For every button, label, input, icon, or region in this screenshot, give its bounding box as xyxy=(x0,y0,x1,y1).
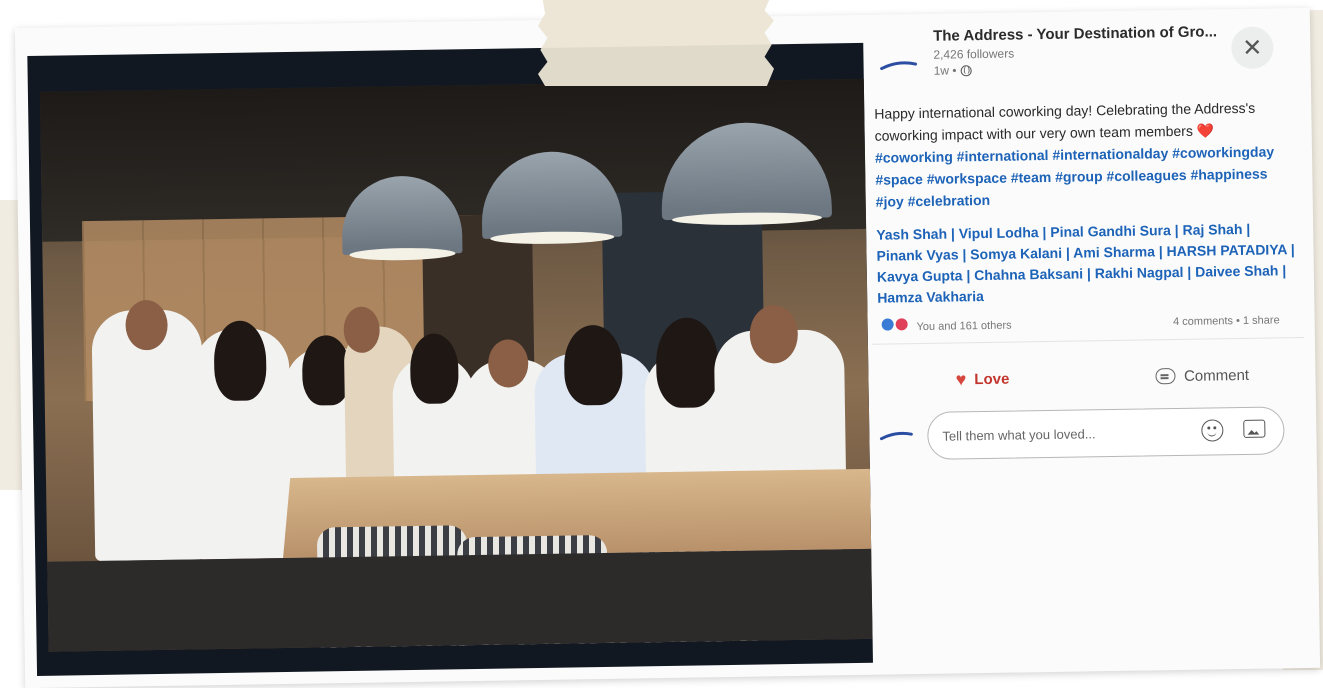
team-member-hair xyxy=(655,317,719,409)
post-actions: ♥ Love Comment xyxy=(872,338,1313,399)
photo-floor xyxy=(47,548,873,652)
comment-input-wrapper xyxy=(927,406,1285,460)
team-member-hair xyxy=(563,324,623,406)
reaction-icons xyxy=(881,318,908,331)
globe-icon xyxy=(960,64,972,76)
comment-input[interactable] xyxy=(928,423,1195,445)
love-label: Love xyxy=(974,370,1010,388)
like-reaction-icon xyxy=(881,318,894,331)
author-name[interactable]: The Address - Your Destination of Gro... xyxy=(933,23,1217,44)
image-icon[interactable] xyxy=(1243,419,1266,438)
love-button[interactable]: ♥ Love xyxy=(872,367,1092,391)
comment-label: Comment xyxy=(1183,366,1250,385)
comment-composer xyxy=(873,392,1314,461)
close-icon: ✕ xyxy=(1242,34,1263,62)
post-time-label: 1w • xyxy=(933,63,957,78)
heart-emoji-icon: ❤️ xyxy=(1196,122,1215,139)
post-photo-frame[interactable] xyxy=(27,42,873,676)
team-member-hair xyxy=(409,333,459,405)
heart-icon: ♥ xyxy=(955,368,967,389)
post-card: The Address - Your Destination of Gro...… xyxy=(14,7,1321,688)
company-logo-icon[interactable] xyxy=(880,60,918,71)
emoji-icon[interactable] xyxy=(1201,419,1224,442)
reactions-summary[interactable]: You and 161 others xyxy=(881,317,1012,334)
follower-count: 2,426 followers xyxy=(933,46,1015,62)
reactions-count: You and 161 others xyxy=(916,319,1012,334)
comments-shares-count[interactable]: 4 comments • 1 share xyxy=(1173,314,1280,328)
masking-tape xyxy=(538,0,774,86)
love-reaction-icon xyxy=(895,318,908,331)
post-details-panel: The Address - Your Destination of Gro...… xyxy=(866,11,1318,671)
user-avatar-icon xyxy=(879,427,913,446)
team-photo xyxy=(39,78,873,652)
tagged-names[interactable]: Yash Shah | Vipul Lodha | Pinal Gandhi S… xyxy=(870,218,1311,309)
comment-button[interactable]: Comment xyxy=(1092,365,1312,385)
post-text: Happy international coworking day! Celeb… xyxy=(868,94,1310,213)
team-member-hair xyxy=(213,320,267,402)
post-hashtags[interactable]: #coworking #international #international… xyxy=(875,143,1274,209)
post-header: The Address - Your Destination of Gro...… xyxy=(867,12,1308,101)
close-button[interactable]: ✕ xyxy=(1231,26,1274,70)
post-time: 1w • xyxy=(934,63,972,78)
comment-icon xyxy=(1155,368,1177,385)
